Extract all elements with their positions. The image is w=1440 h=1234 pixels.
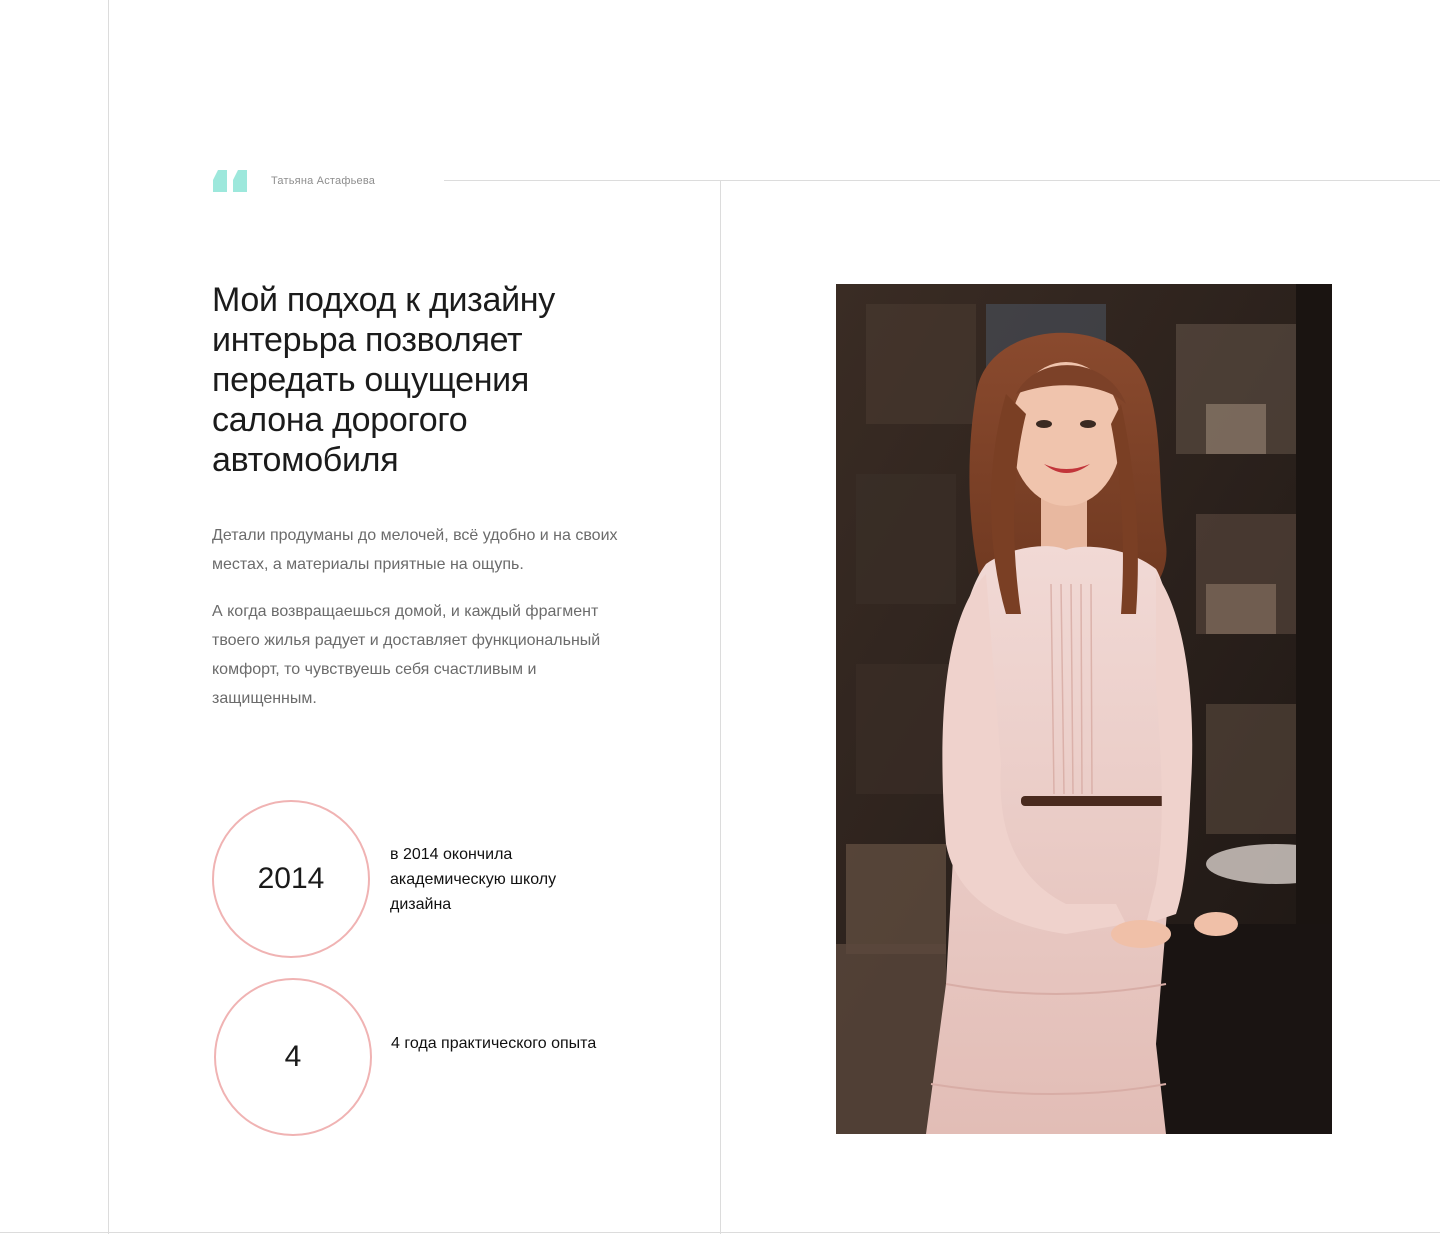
column-divider-line (720, 181, 721, 1234)
quote-mark-icon (213, 170, 247, 192)
stat-value: 4 (284, 1040, 302, 1073)
stat-circle-year: 2014 (212, 800, 370, 958)
top-divider-line (444, 180, 1440, 181)
author-name: Татьяна Астафьева (271, 175, 376, 187)
stat-circle-experience: 4 (214, 978, 372, 1136)
stat-value: 2014 (257, 862, 325, 895)
bottom-divider-line (0, 1232, 1440, 1233)
left-border-line (108, 0, 109, 1234)
stat-caption: в 2014 окончила академическую школу диза… (390, 846, 557, 913)
description-paragraph: А когда возвращаешься домой, и каждый фр… (212, 603, 601, 707)
stat-caption: 4 года практического опыта (391, 1035, 597, 1052)
intro-paragraph: Детали продуманы до мелочей, всё удобно … (212, 527, 618, 573)
portrait-photo (836, 284, 1332, 1134)
section-heading: Мой подход к дизайну интерьра позволяет … (212, 281, 555, 479)
